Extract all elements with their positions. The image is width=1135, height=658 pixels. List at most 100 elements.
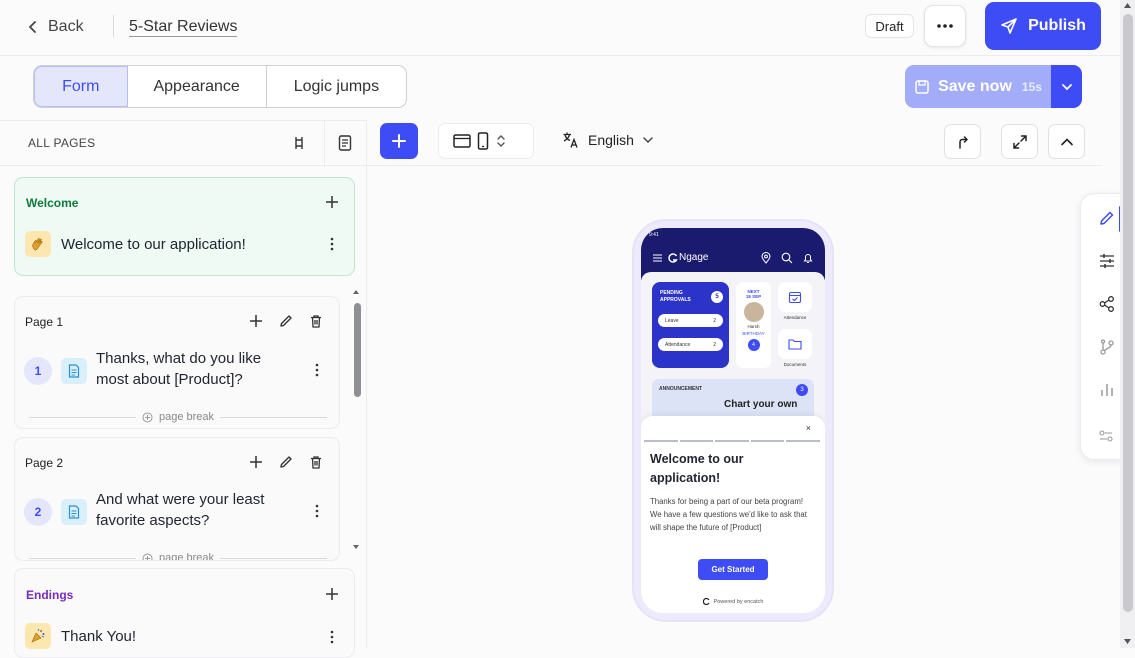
save-icon	[915, 79, 929, 94]
mobile-icon[interactable]	[477, 132, 489, 150]
edit-pencil-icon[interactable]	[278, 313, 294, 329]
tab-appearance[interactable]: Appearance	[128, 66, 267, 107]
sidebar-border	[366, 120, 367, 648]
search-icon	[781, 252, 793, 264]
pending-leave: Leave 2	[658, 314, 723, 327]
pending-approvals-card: PENDING APPROVALS 5 Leave 2 Attendance 2	[652, 282, 729, 368]
more-options-button[interactable]	[924, 5, 966, 47]
add-page-button[interactable]	[380, 123, 418, 159]
share-icon[interactable]	[1098, 295, 1116, 313]
calendar-check-icon	[788, 291, 802, 304]
fullscreen-button[interactable]	[1001, 124, 1038, 159]
edit-pencil-icon[interactable]	[278, 454, 294, 470]
add-question-icon[interactable]	[248, 454, 264, 470]
welcome-item[interactable]: Welcome to our application!	[25, 231, 246, 257]
progress-step	[786, 440, 820, 442]
modal-title: Welcome to our application!	[650, 452, 744, 485]
endings-section: Endings Thank You!	[14, 568, 355, 658]
progress-step	[679, 440, 714, 442]
get-started-button[interactable]: Get Started	[698, 559, 768, 580]
welcome-item-label: Welcome to our application!	[61, 235, 246, 253]
question-text[interactable]: Thanks, what do you like most about [Pro…	[96, 348, 286, 390]
add-ending-icon[interactable]	[324, 586, 340, 602]
pencil-icon[interactable]	[1098, 209, 1116, 227]
collapse-button[interactable]	[1048, 124, 1085, 159]
ending-item[interactable]: Thank You!	[25, 623, 136, 649]
publish-label: Publish	[1028, 17, 1086, 34]
ngage-logo-icon	[668, 252, 678, 263]
question-kebab-icon[interactable]	[315, 504, 319, 518]
phone-screen: 9:41 Ngage PENDING APPROVALS 5 Leave 2 At…	[641, 228, 825, 613]
send-icon	[1001, 18, 1017, 34]
ending-item-label: Thank You!	[61, 627, 137, 645]
autosave-timer: 15s	[1021, 79, 1042, 94]
pill-label: Leave	[665, 317, 679, 324]
corner-up-right-icon	[958, 135, 968, 149]
tab-logic-jumps[interactable]: Logic jumps	[267, 66, 406, 107]
bar-chart-icon[interactable]	[1098, 381, 1116, 399]
page-title: Page 1	[25, 315, 64, 329]
page-break[interactable]: page break	[29, 551, 328, 560]
add-welcome-icon[interactable]	[324, 194, 340, 210]
birthday-card: NEXT 15 SEP Harsh BIRTHDAY 4	[736, 282, 771, 368]
git-branch-icon[interactable]	[1098, 338, 1116, 356]
trash-icon[interactable]	[308, 313, 324, 329]
welcome-kebab-icon[interactable]	[330, 237, 334, 251]
scroll-down-icon[interactable]	[1123, 638, 1132, 645]
back-button[interactable]: Back	[26, 15, 84, 39]
scroll-up-icon[interactable]	[352, 289, 360, 295]
save-options-button[interactable]	[1051, 65, 1082, 108]
scroll-down-icon[interactable]	[352, 544, 360, 550]
avatar	[743, 302, 764, 322]
status-badge: Draft	[865, 14, 914, 38]
window-scroll-thumb[interactable]	[1123, 14, 1133, 612]
canvas-toolbar: English	[367, 120, 1102, 166]
page-actions	[248, 313, 324, 329]
page-card-1: Page 1 1 Thanks, what do you like most a…	[14, 296, 340, 429]
tab-form[interactable]: Form	[34, 66, 128, 107]
editor-tabs: Form Appearance Logic jumps	[33, 65, 407, 108]
close-icon[interactable]: ×	[806, 423, 811, 433]
scroll-up-icon[interactable]	[1123, 2, 1132, 9]
trash-icon[interactable]	[308, 454, 324, 470]
form-title-link[interactable]: 5-Star Reviews	[129, 17, 238, 37]
announcement-text: Chart your own	[724, 399, 798, 410]
chevron-up-icon	[1060, 137, 1073, 145]
save-now-button[interactable]: Save now 15s	[905, 65, 1051, 108]
desktop-icon[interactable]	[453, 133, 471, 149]
device-toggle[interactable]	[438, 123, 534, 159]
preview-logo: Ngage	[668, 252, 708, 263]
page-break-line	[29, 416, 136, 418]
jump-button[interactable]	[944, 124, 981, 159]
language-selector[interactable]: English	[562, 131, 654, 149]
settings-toggle-icon[interactable]	[1098, 429, 1114, 443]
chevron-up-down-icon[interactable]	[495, 133, 507, 149]
preview-app-name-text: Ngage	[679, 252, 709, 263]
question-text[interactable]: And what were your least favorite aspect…	[96, 489, 286, 531]
modal-description: Thanks for being a part of our beta prog…	[650, 497, 807, 532]
page-break[interactable]: page break	[29, 410, 328, 424]
plus-circle-icon	[142, 412, 153, 422]
powered-by-text: Powered by encatch	[713, 598, 764, 605]
sidebar-scroll-thumb[interactable]	[354, 303, 361, 397]
ending-kebab-icon[interactable]	[330, 630, 334, 644]
announcement-title: ANNOUNCEMENT	[659, 386, 703, 392]
sidebar-header: ALL PAGES	[0, 120, 366, 167]
pill-count: 2	[713, 341, 716, 348]
preview-app-name: Ngage	[653, 252, 708, 263]
back-label: Back	[48, 18, 84, 35]
page-title: Page 2	[25, 456, 64, 470]
page-list-button[interactable]	[338, 134, 352, 152]
pending-attendance: Attendance 2	[658, 338, 723, 351]
question-kebab-icon[interactable]	[315, 363, 319, 377]
publish-button[interactable]: Publish	[985, 2, 1101, 50]
save-split-button: Save now 15s	[905, 65, 1082, 108]
save-label: Save now	[938, 77, 1012, 95]
top-bar: Back 5-Star Reviews Draft Publish	[0, 0, 1120, 56]
expand-icon	[1012, 134, 1027, 149]
status-time: 9:41	[649, 232, 659, 238]
add-question-icon[interactable]	[248, 313, 264, 329]
sliders-icon[interactable]	[1098, 252, 1116, 270]
pending-count: 5	[711, 291, 723, 303]
reorder-pages-button[interactable]	[292, 134, 306, 152]
